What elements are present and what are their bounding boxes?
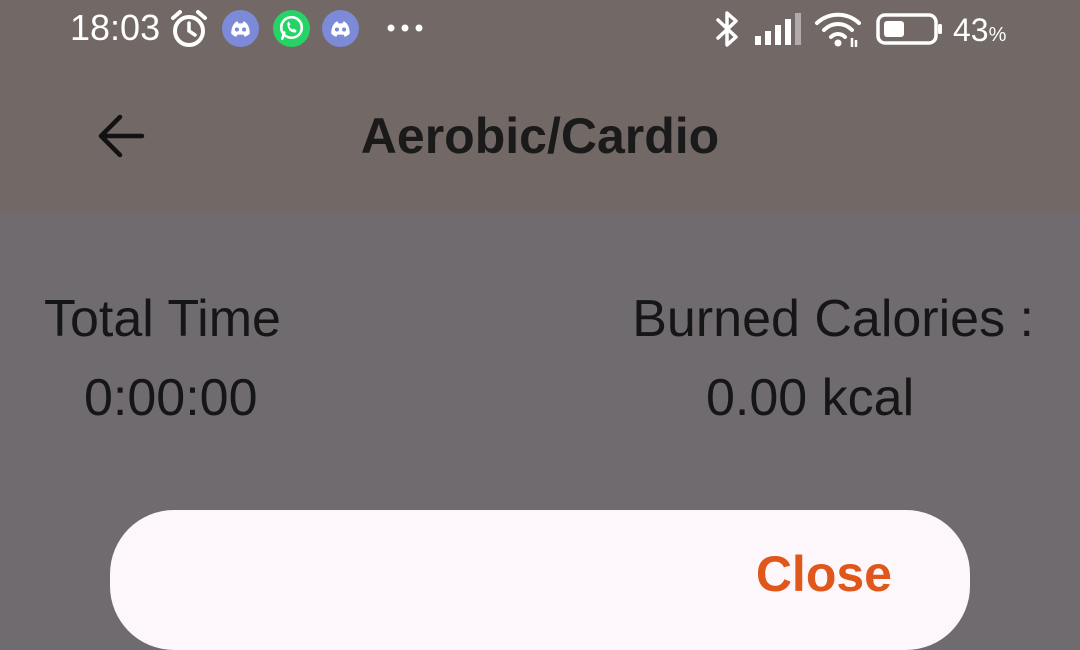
- battery-level: 43%: [953, 12, 1007, 48]
- app-bar: Aerobic/Cardio: [0, 60, 1080, 213]
- discord-icon: [322, 10, 359, 47]
- discord-icon: [222, 10, 259, 47]
- battery-icon: [876, 13, 942, 45]
- wifi-icon: [815, 12, 861, 47]
- more-icon: [387, 24, 423, 32]
- burned-calories-label: Burned Calories :: [632, 290, 1034, 348]
- total-time-label: Total Time: [44, 290, 281, 348]
- bottom-sheet: Close: [110, 510, 970, 650]
- close-button[interactable]: Close: [756, 544, 892, 604]
- bluetooth-icon: [716, 11, 738, 47]
- alarm-icon: [171, 10, 207, 47]
- status-bar: 18:03 43%: [0, 0, 1080, 60]
- whatsapp-icon: [273, 10, 310, 47]
- page-title: Aerobic/Cardio: [360, 108, 720, 164]
- burned-calories-value: 0.00 kcal: [706, 369, 915, 427]
- total-time-value: 0:00:00: [84, 369, 258, 427]
- status-time: 18:03: [70, 7, 161, 48]
- signal-icon: [755, 13, 801, 45]
